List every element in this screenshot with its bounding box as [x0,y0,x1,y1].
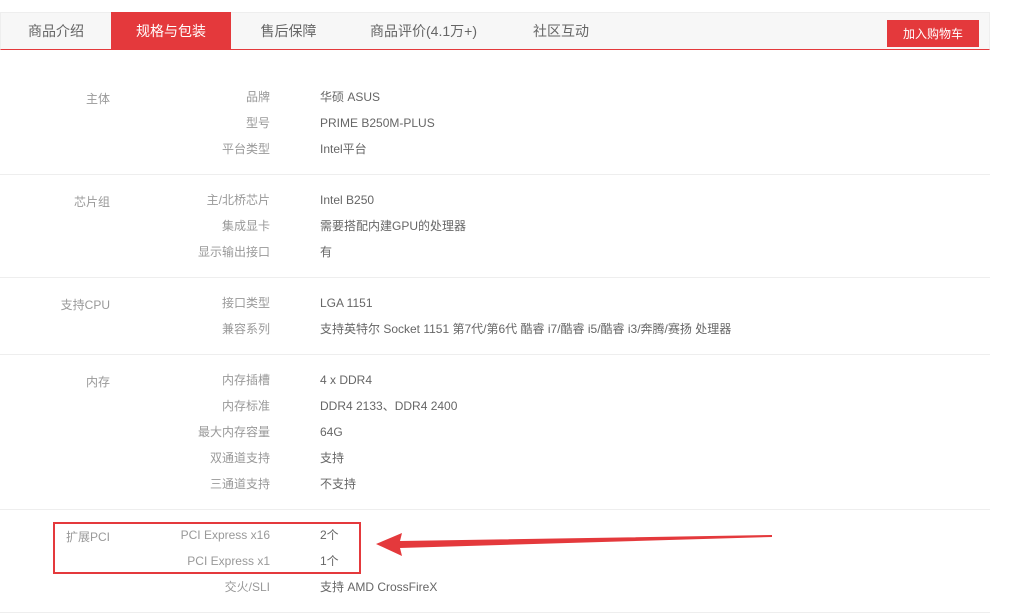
spec-row: 主/北桥芯片 Intel B250 [0,187,990,213]
spec-value: 有 [320,245,333,259]
spec-value: 不支持 [320,477,357,491]
spec-row: 内存插槽 4 x DDR4 [0,367,990,393]
annotation-highlight-box [53,522,361,574]
add-to-cart-button[interactable]: 加入购物车 [887,20,979,47]
spec-label: 三通道支持 [209,477,270,491]
spec-row: 双通道支持 支持 [0,445,990,471]
spec-label: 交火/SLI [224,580,270,594]
spec-label: 显示输出接口 [197,245,270,259]
spec-label: 兼容系列 [221,322,270,336]
tab-after-sales[interactable]: 售后保障 [231,12,346,50]
spec-row: 最大内存容量 64G [0,419,990,445]
spec-label: 型号 [245,116,270,130]
spec-value: 需要搭配内建GPU的处理器 [320,219,467,233]
tab-reviews[interactable]: 商品评价(4.1万+) [346,12,501,50]
spec-value: 支持英特尔 Socket 1151 第7代/第6代 酷睿 i7/酷睿 i5/酷睿… [320,322,732,336]
spec-value: 4 x DDR4 [320,373,373,387]
spec-label: 接口类型 [221,296,270,310]
spec-row: 型号 PRIME B250M-PLUS [0,110,990,136]
spec-row: 三通道支持 不支持 [0,471,990,497]
spec-label: 主/北桥芯片 [206,193,270,207]
tab-community[interactable]: 社区互动 [501,12,621,50]
spec-label: 品牌 [245,90,270,104]
spec-value: Intel平台 [320,142,367,156]
spec-row: 内存标准 DDR4 2133、DDR4 2400 [0,393,990,419]
spec-row: 交火/SLI 支持 AMD CrossFireX [0,574,990,600]
spec-value: PRIME B250M-PLUS [320,116,435,130]
spec-value: 华硕 ASUS [320,90,381,104]
spec-value: 支持 AMD CrossFireX [320,580,438,594]
spec-label: 最大内存容量 [197,425,270,439]
tab-product-intro[interactable]: 商品介绍 [1,12,111,50]
spec-row: 平台类型 Intel平台 [0,136,990,162]
spec-value: Intel B250 [320,193,375,207]
spec-label: 集成显卡 [221,219,270,233]
spec-value: 支持 [320,451,345,465]
spec-value: LGA 1151 [320,296,373,310]
spec-row: 集成显卡 需要搭配内建GPU的处理器 [0,213,990,239]
spec-row: 接口类型 LGA 1151 [0,290,990,316]
spec-row: 品牌 华硕 ASUS [0,84,990,110]
spec-label: 内存标准 [221,399,270,413]
tab-specs[interactable]: 规格与包装 [111,12,231,50]
spec-row: 显示输出接口 有 [0,239,990,265]
tab-bar: 商品介绍 规格与包装 售后保障 商品评价(4.1万+) 社区互动 [0,12,990,50]
spec-row: 兼容系列 支持英特尔 Socket 1151 第7代/第6代 酷睿 i7/酷睿 … [0,316,990,342]
spec-label: 平台类型 [221,142,270,156]
spec-value: DDR4 2133、DDR4 2400 [320,399,458,413]
spec-label: 双通道支持 [209,451,270,465]
annotation-arrow-icon [376,533,772,556]
spec-value: 64G [320,425,343,439]
spec-label: 内存插槽 [221,373,270,387]
